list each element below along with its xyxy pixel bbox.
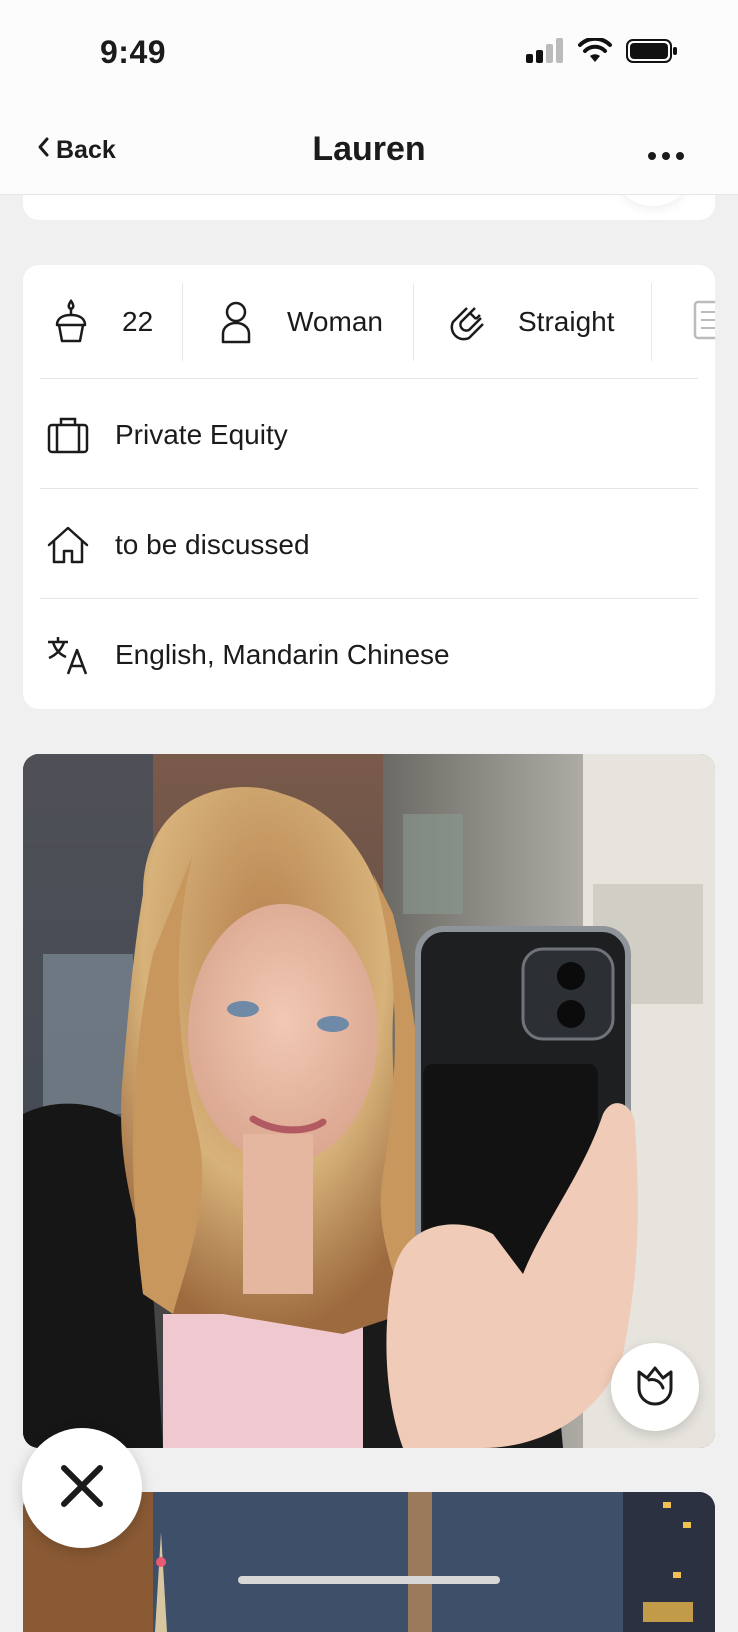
home-icon (45, 522, 91, 568)
birthday-cake-icon (48, 299, 94, 345)
more-options-button[interactable] (648, 152, 684, 160)
rose-icon (635, 1364, 675, 1411)
languages-row: English, Mandarin Chinese (45, 619, 715, 691)
chevron-left-icon (36, 136, 50, 165)
back-label: Back (56, 136, 116, 164)
gender-value: Woman (287, 306, 383, 337)
divider (40, 598, 698, 599)
age-chip: 22 (48, 285, 153, 359)
status-bar: 9:49 (0, 0, 738, 110)
hometown-row: to be discussed (45, 509, 715, 581)
languages-value: English, Mandarin Chinese (115, 639, 450, 670)
divider (40, 488, 698, 489)
divider (651, 283, 652, 361)
status-icons (526, 36, 678, 69)
vitals-chip-row[interactable]: 22 Woman Straight (23, 265, 715, 379)
orientation-chip: Straight (444, 285, 615, 359)
orientation-value: Straight (518, 306, 615, 337)
back-button[interactable]: Back (36, 136, 116, 165)
divider (40, 378, 698, 379)
document-icon (693, 298, 715, 347)
home-indicator (238, 1576, 500, 1584)
more-chip (693, 285, 715, 359)
nav-bar: Back Lauren (0, 110, 738, 195)
briefcase-icon (45, 412, 91, 458)
age-value: 22 (122, 306, 154, 337)
divider (182, 283, 183, 361)
profile-info-card: 22 Woman Straight Private Equity to be d… (23, 265, 715, 709)
job-row: Private Equity (45, 399, 715, 471)
cellular-signal-icon (526, 38, 564, 69)
hometown-value: to be discussed (115, 529, 310, 560)
person-icon (213, 299, 259, 345)
profile-photo[interactable] (23, 754, 715, 1448)
close-x-icon (58, 1462, 106, 1515)
magnet-icon (444, 299, 490, 345)
battery-icon (626, 38, 678, 69)
divider (413, 283, 414, 361)
translate-icon (45, 632, 91, 678)
wifi-icon (578, 36, 612, 69)
more-horizontal-icon (648, 152, 656, 160)
job-value: Private Equity (115, 419, 288, 450)
send-rose-button[interactable] (611, 1343, 699, 1431)
status-time: 9:49 (100, 34, 167, 70)
skip-button[interactable] (22, 1428, 142, 1548)
gender-chip: Woman (213, 285, 383, 359)
